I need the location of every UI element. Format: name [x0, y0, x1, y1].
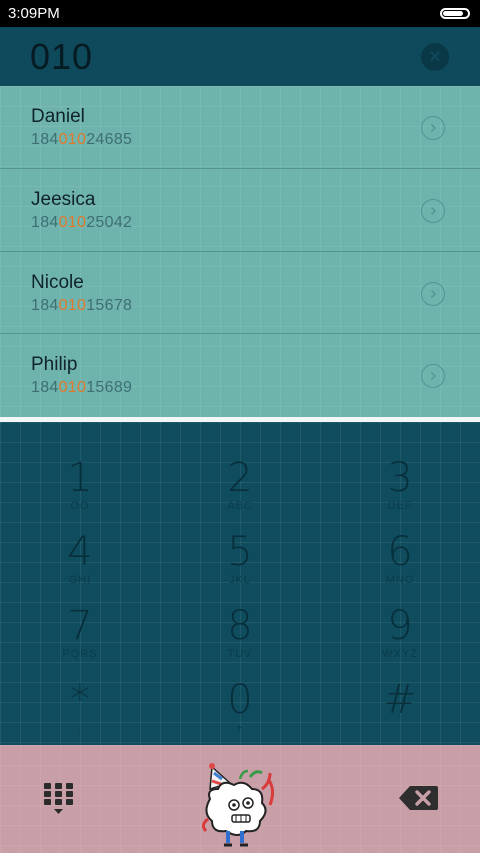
contact-results-list: Daniel 18401024685 Jeesica 18401025042 N…: [0, 86, 480, 417]
key-digit: 8: [227, 603, 253, 649]
key-1[interactable]: 1 OO: [0, 422, 160, 512]
contact-number: 18401024685: [31, 131, 133, 148]
key-digit: 1: [67, 455, 93, 501]
contact-item[interactable]: Jeesica 18401025042: [0, 169, 480, 252]
contact-item[interactable]: Philip 18401015689: [0, 334, 480, 417]
key-9[interactable]: 9 WXYZ: [320, 570, 480, 660]
contact-detail-button[interactable]: [421, 198, 445, 223]
key-5[interactable]: 5 JKL: [160, 496, 320, 586]
clear-button[interactable]: ×: [421, 43, 449, 71]
contact-name: Philip: [31, 354, 78, 376]
chevron-right-icon: [431, 289, 436, 298]
key-digit: 5: [227, 529, 253, 575]
contact-detail-button[interactable]: [421, 116, 445, 140]
backspace-button[interactable]: [398, 784, 440, 812]
number-match-highlight: 010: [58, 131, 87, 148]
dial-keypad: 1 OO 2 ABC 3 DEF 4 GHI 5 JKL 6 MNO 7 PQR…: [0, 422, 480, 745]
close-icon: ×: [429, 46, 441, 68]
key-digit: 4: [67, 529, 93, 575]
backspace-icon: [399, 786, 438, 810]
key-digit: 2: [227, 455, 253, 501]
battery-level: [443, 11, 464, 16]
contact-name: Daniel: [31, 106, 85, 127]
contact-item[interactable]: Daniel 18401024685: [0, 86, 480, 169]
chevron-right-icon: [431, 124, 436, 132]
key-digit: 7: [67, 603, 93, 649]
call-button[interactable]: [196, 759, 286, 851]
key-star[interactable]: * ,: [0, 644, 160, 734]
key-digit: 9: [387, 603, 413, 649]
key-letters: +: [236, 722, 244, 734]
number-match-highlight: 010: [58, 296, 87, 314]
chevron-right-icon: [431, 372, 436, 381]
contact-number: 18401015678: [31, 296, 133, 314]
key-6[interactable]: 6 MNO: [320, 496, 480, 586]
number-match-highlight: 010: [58, 213, 87, 231]
contact-name: Nicole: [31, 271, 84, 293]
chevron-right-icon: [431, 206, 436, 215]
dialpad-icon: [44, 783, 73, 814]
typed-number[interactable]: 010: [30, 36, 93, 78]
number-match-highlight: 010: [58, 379, 87, 397]
contact-detail-button[interactable]: [421, 281, 445, 306]
key-digit: *: [70, 677, 90, 723]
key-2[interactable]: 2 ABC: [160, 422, 320, 512]
key-digit: 0: [227, 677, 253, 723]
contact-item[interactable]: Nicole 18401015678: [0, 252, 480, 335]
key-hash[interactable]: #: [320, 644, 480, 723]
status-time: 3:09PM: [8, 5, 60, 22]
contact-number: 18401025042: [31, 213, 133, 231]
key-8[interactable]: 8 TUV: [160, 570, 320, 660]
key-0[interactable]: 0 +: [160, 644, 320, 734]
key-letters: ,: [77, 722, 83, 734]
contact-name: Jeesica: [31, 188, 96, 210]
key-digit: 6: [387, 529, 413, 575]
bottom-action-bar: [0, 745, 480, 853]
key-4[interactable]: 4 GHI: [0, 496, 160, 586]
contact-number: 18401015689: [31, 379, 133, 397]
key-digit: #: [383, 677, 417, 723]
mascot-call-icon: [201, 763, 275, 847]
battery-icon: [440, 8, 470, 19]
status-bar: 3:09PM: [0, 0, 480, 27]
key-3[interactable]: 3 DEF: [320, 422, 480, 512]
number-display: 010 ×: [0, 27, 480, 86]
key-7[interactable]: 7 PQRS: [0, 570, 160, 660]
key-digit: 3: [387, 455, 413, 501]
dialpad-toggle-button[interactable]: [42, 781, 76, 817]
